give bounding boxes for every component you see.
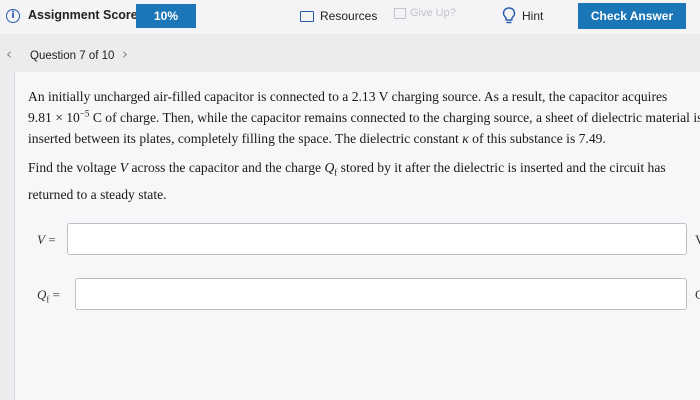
charge-symbol: Q: [324, 160, 335, 175]
voltage-input[interactable]: [67, 223, 687, 255]
question-navigation: ‹ Question 7 of 10 ›: [0, 42, 700, 70]
top-toolbar: i Assignment Score: 10% Resources Give U…: [0, 0, 700, 34]
assignment-score-label: Assignment Score:: [28, 8, 142, 22]
task-text-line-2: returned to a steady state.: [28, 186, 167, 202]
task-text-start: Find the voltage: [28, 160, 120, 175]
give-up-label: Give Up?: [410, 7, 456, 19]
charge-label-symbol: Q: [37, 287, 47, 302]
charge-input[interactable]: [75, 278, 687, 310]
voltage-label-equals: =: [44, 232, 56, 247]
charge-label-equals: =: [49, 287, 60, 302]
charge-value: 9.81 × 10: [28, 110, 80, 125]
problem-line-3: inserted between its plates, completely …: [28, 131, 463, 146]
question-panel: An initially uncharged air-filled capaci…: [14, 72, 700, 400]
give-up-button[interactable]: Give Up?: [394, 7, 456, 19]
voltage-unit: V: [695, 232, 700, 247]
hint-button[interactable]: Hint: [502, 7, 543, 25]
task-text-end: stored by it after the dielectric is ins…: [337, 160, 666, 175]
problem-statement: An initially uncharged air-filled capaci…: [28, 86, 700, 205]
check-answer-button[interactable]: Check Answer: [578, 3, 686, 29]
assignment-score-value: 10%: [136, 4, 196, 28]
problem-paragraph-1: An initially uncharged air-filled capaci…: [28, 86, 700, 149]
charge-exponent: −5: [79, 108, 90, 119]
folder-icon: [300, 10, 314, 22]
charge-unit: C: [695, 287, 700, 302]
resources-label: Resources: [320, 9, 378, 23]
task-text-mid: across the capacitor and the charge: [128, 160, 325, 175]
flag-icon: [394, 7, 406, 19]
lightbulb-icon: [502, 7, 516, 24]
voltage-answer-label: V =: [37, 232, 56, 248]
voltage-label-symbol: V: [37, 232, 45, 247]
problem-paragraph-2: Find the voltage V across the capacitor …: [28, 157, 700, 205]
problem-line-1: An initially uncharged air-filled capaci…: [28, 89, 668, 104]
previous-question-icon[interactable]: ‹: [6, 45, 12, 63]
resources-button[interactable]: Resources: [300, 7, 377, 25]
info-icon[interactable]: i: [6, 9, 20, 23]
next-question-icon[interactable]: ›: [122, 45, 128, 63]
dielectric-constant-text: of this substance is 7.49.: [468, 131, 606, 146]
charge-answer-label: Qf =: [37, 287, 60, 305]
hint-label: Hint: [522, 9, 544, 23]
question-counter: Question 7 of 10: [30, 50, 115, 62]
voltage-symbol: V: [119, 160, 129, 175]
problem-line-2: C of charge. Then, while the capacitor r…: [89, 110, 700, 125]
